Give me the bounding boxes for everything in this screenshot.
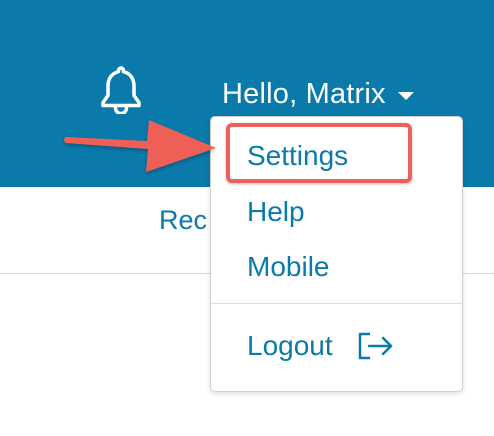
menu-item-help[interactable]: Help [247,195,305,229]
caret-down-icon [397,92,414,100]
logout-icon [358,332,392,360]
settings-highlight-box [226,123,412,183]
menu-item-logout[interactable]: Logout [247,329,395,363]
partial-nav-link[interactable]: Rec [159,205,207,236]
user-menu-toggle[interactable]: Hello, Matrix [222,74,414,114]
logout-label: Logout [247,330,333,361]
menu-divider [211,303,462,304]
greeting-label: Hello, Matrix [222,77,386,110]
annotation-arrow-icon [64,120,216,172]
bell-icon[interactable] [98,64,144,114]
menu-item-mobile[interactable]: Mobile [247,250,329,284]
